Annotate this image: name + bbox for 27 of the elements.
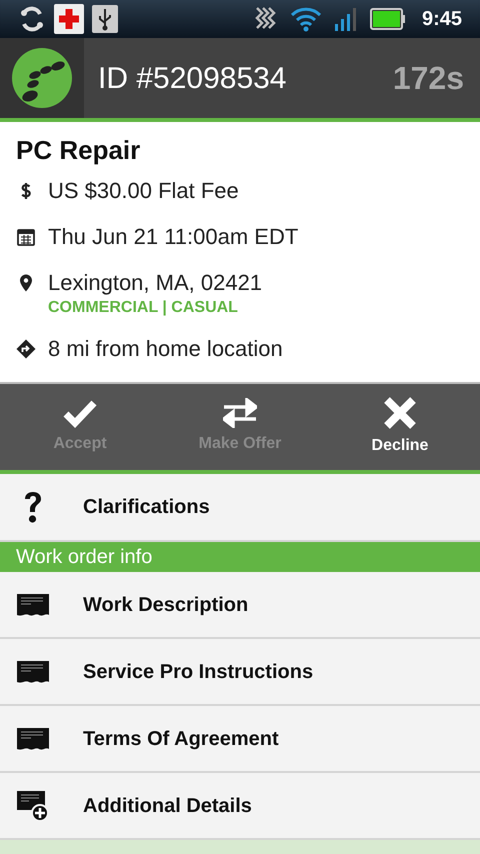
sync-icon — [18, 6, 46, 32]
checkmark-icon — [63, 398, 97, 428]
job-tags: COMMERCIAL | CASUAL — [48, 298, 262, 318]
document-add-icon — [16, 790, 50, 822]
first-aid-icon — [54, 4, 84, 34]
document-icon — [16, 726, 50, 750]
order-id: ID #52098534 — [98, 60, 288, 96]
section-header: Work order info — [0, 542, 480, 572]
usb-icon — [92, 5, 118, 33]
calendar-icon — [16, 227, 36, 247]
wifi-icon — [290, 6, 322, 32]
close-icon — [383, 396, 417, 430]
detail-text: 8 mi from home location — [48, 335, 283, 363]
detail-text: US $30.00 Flat Fee — [48, 177, 239, 205]
detail-text: Lexington, MA, 02421 — [48, 269, 262, 297]
document-icon — [16, 592, 50, 616]
document-icon — [16, 660, 50, 684]
swap-arrows-icon — [223, 398, 257, 428]
detail-text: Thu Jun 21 11:00am EDT — [48, 223, 298, 251]
directions-icon — [16, 339, 36, 359]
battery-icon — [370, 8, 406, 30]
signal-icon — [334, 7, 356, 31]
job-title: PC Repair — [16, 134, 142, 166]
action-button[interactable]: Decline — [320, 384, 480, 470]
clock-time: 9:45 — [422, 7, 462, 32]
countdown-timer: 172s — [392, 59, 464, 98]
app-logo-icon[interactable] — [12, 48, 72, 108]
